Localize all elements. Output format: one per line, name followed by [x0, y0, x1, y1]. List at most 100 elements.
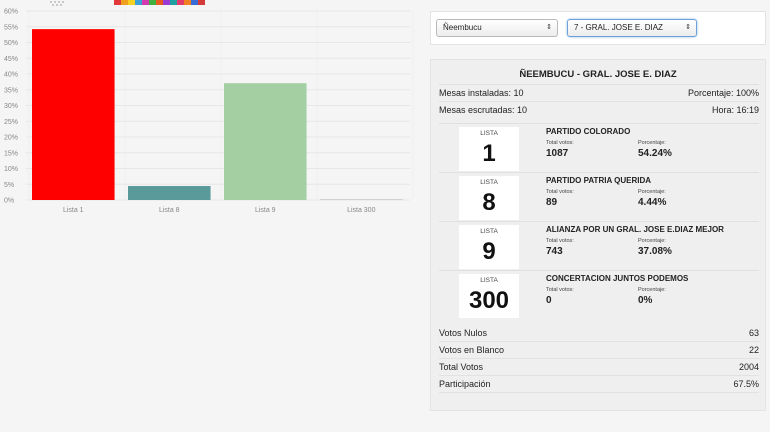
party-row: LISTA 9 ALIANZA POR UN GRAL. JOSE E.DIAZ… [439, 221, 759, 270]
summary-value: 63 [748, 328, 759, 338]
district-select-value: 7 - GRAL. JOSE E. DIAZ [574, 23, 663, 32]
porcentaje-mesas: Porcentaje: 100% [687, 88, 759, 98]
color-swatch [163, 0, 170, 5]
total-votos-label: Total votos: [546, 140, 574, 146]
bar [32, 29, 115, 201]
party-votes: 743 [546, 246, 563, 257]
district-select[interactable]: 7 - GRAL. JOSE E. DIAZ ⇕ [567, 19, 697, 37]
y-tick-label: 10% [4, 166, 18, 173]
select-arrows-icon: ⇕ [546, 24, 552, 31]
summary-label: Votos en Blanco [439, 345, 505, 355]
y-tick-label: 45% [4, 56, 18, 63]
y-tick-label: 50% [4, 40, 18, 47]
color-swatch [135, 0, 142, 5]
party-row: LISTA 8 PARTIDO PATRIA QUERIDA Total vot… [439, 172, 759, 221]
lista-box: LISTA 8 [459, 176, 519, 220]
party-name: ALIANZA POR UN GRAL. JOSE E.DIAZ MEJOR [546, 225, 724, 234]
party-name: PARTIDO PATRIA QUERIDA [546, 176, 652, 185]
department-select-value: Ñeembucu [443, 23, 482, 32]
lista-box: LISTA 300 [459, 274, 519, 318]
lista-number: 9 [482, 238, 496, 265]
porcentaje-label: Porcentaje: [638, 287, 666, 293]
color-swatch [170, 0, 177, 5]
porcentaje-label: Porcentaje: [638, 140, 666, 146]
summary-row: Votos en Blanco 22 [439, 342, 759, 359]
select-arrows-icon: ⇕ [685, 24, 691, 31]
results-title: ÑEEMBUCU - GRAL. JOSE E. DIAZ [519, 69, 677, 80]
summary-row: Participación 67.5% [439, 376, 759, 393]
results-panel: ÑEEMBUCU - GRAL. JOSE E. DIAZ Mesas inst… [430, 59, 766, 411]
lista-label: LISTA [480, 179, 498, 186]
party-percent: 54.24% [638, 148, 672, 159]
y-tick-label: 30% [4, 103, 18, 110]
x-tick-label: Lista 8 [159, 207, 180, 214]
lista-number: 1 [482, 140, 496, 167]
lista-label: LISTA [480, 130, 498, 137]
y-tick-label: 5% [4, 182, 14, 189]
brand-color-bar [114, 0, 205, 5]
lista-number: 300 [468, 287, 510, 314]
color-swatch [156, 0, 163, 5]
lista-label: LISTA [480, 277, 498, 284]
summary-label: Participación [439, 379, 491, 389]
y-tick-label: 25% [4, 119, 18, 126]
bar [128, 186, 211, 200]
party-percent: 0% [638, 295, 653, 306]
x-tick-label: Lista 9 [255, 207, 276, 214]
color-swatch [149, 0, 156, 5]
summary-label: Total Votos [439, 362, 484, 372]
x-tick-label: Lista 300 [347, 207, 376, 214]
color-swatch [184, 0, 191, 5]
color-swatch [191, 0, 198, 5]
bar [224, 83, 307, 200]
total-votos-label: Total votos: [546, 238, 574, 244]
color-swatch [177, 0, 184, 5]
summary-row: Total Votos 2004 [439, 359, 759, 376]
summary-value: 22 [748, 345, 759, 355]
bar [320, 199, 403, 200]
mesas-instaladas: Mesas instaladas: 10 [439, 88, 524, 98]
selector-panel: Ñeembucu ⇕ 7 - GRAL. JOSE E. DIAZ ⇕ [430, 11, 766, 45]
lista-number: 8 [482, 189, 496, 216]
party-percent: 37.08% [638, 246, 672, 257]
party-votes: 89 [546, 197, 558, 208]
x-tick-label: Lista 1 [63, 207, 84, 214]
y-tick-label: 20% [4, 135, 18, 142]
y-tick-label: 40% [4, 72, 18, 79]
party-votes: 0 [546, 295, 552, 306]
lista-box: LISTA 9 [459, 225, 519, 269]
party-name: PARTIDO COLORADO [546, 127, 631, 136]
department-select[interactable]: Ñeembucu ⇕ [436, 19, 558, 37]
total-votos-label: Total votos: [546, 287, 574, 293]
hora: Hora: 16:19 [711, 105, 759, 115]
summary-value: 67.5% [733, 379, 759, 389]
color-swatch [198, 0, 205, 5]
summary-row: Votos Nulos 63 [439, 325, 759, 342]
party-row: LISTA 1 PARTIDO COLORADO Total votos: Po… [439, 123, 759, 172]
mesas-escrutadas-row: Mesas escrutadas: 10 Hora: 16:19 [439, 101, 759, 118]
total-votos-label: Total votos: [546, 189, 574, 195]
summary-label: Votos Nulos [439, 328, 488, 338]
chart-svg: 0% 5% 10% 15% 20% 25% 30% 35% 40% 45% 50% 55% 60% Lis… [4, 9, 414, 214]
color-swatch [121, 0, 128, 5]
y-tick-label: 15% [4, 150, 18, 157]
y-tick-label: 0% [4, 198, 14, 205]
party-votes: 1087 [546, 148, 569, 159]
mesas-instaladas-row: Mesas instaladas: 10 Porcentaje: 100% [439, 84, 759, 101]
color-swatch [142, 0, 149, 5]
color-swatch [114, 0, 121, 5]
porcentaje-label: Porcentaje: [638, 238, 666, 244]
color-swatch [128, 0, 135, 5]
party-percent: 4.44% [638, 197, 667, 208]
results-bar-chart: 0% 5% 10% 15% 20% 25% 30% 35% 40% 45% 50% 55% 60% Lis… [0, 6, 414, 226]
y-tick-label: 55% [4, 24, 18, 31]
lista-label: LISTA [480, 228, 498, 235]
porcentaje-label: Porcentaje: [638, 189, 666, 195]
y-tick-label: 35% [4, 87, 18, 94]
y-tick-label: 60% [4, 9, 18, 16]
summary-value: 2004 [738, 362, 759, 372]
party-row: LISTA 300 CONCERTACION JUNTOS PODEMOS To… [439, 270, 759, 319]
lista-box: LISTA 1 [459, 127, 519, 171]
mesas-escrutadas: Mesas escrutadas: 10 [439, 105, 528, 115]
party-name: CONCERTACION JUNTOS PODEMOS [546, 274, 689, 283]
